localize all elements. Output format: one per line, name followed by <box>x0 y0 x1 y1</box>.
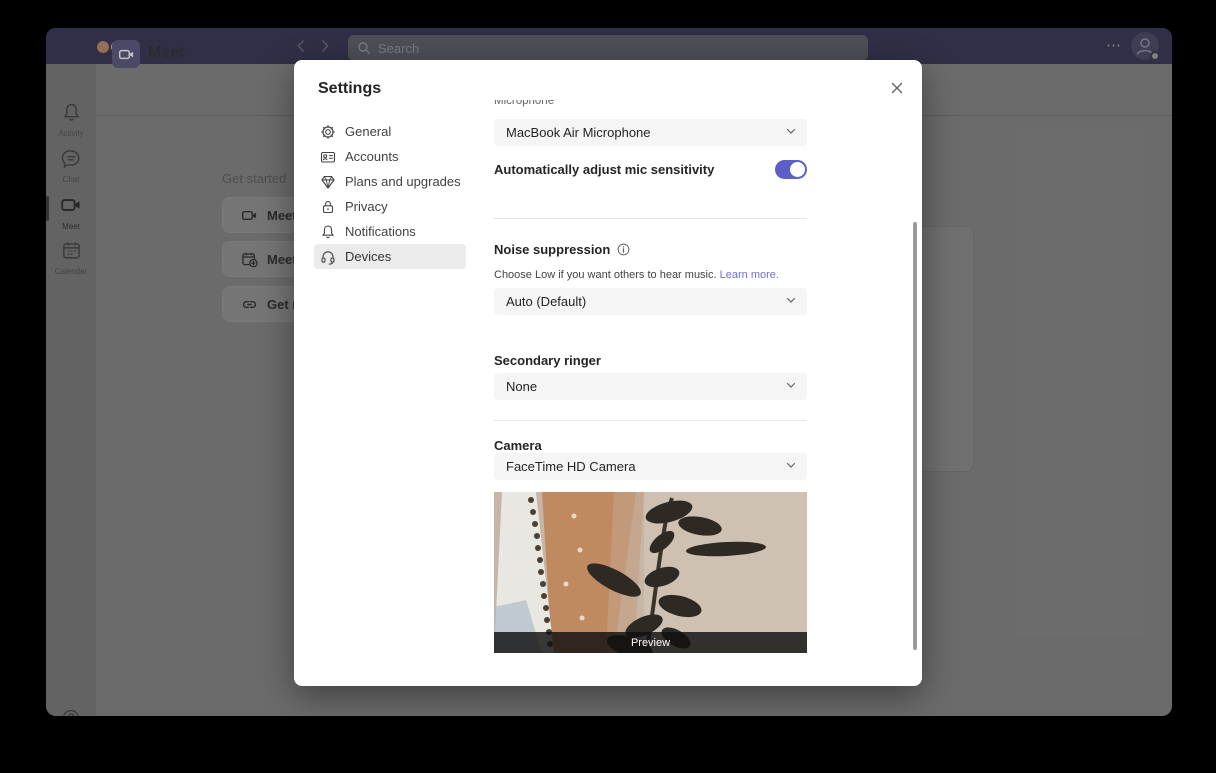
camera-preview: Preview <box>494 492 807 653</box>
camera-preview-image <box>494 492 807 653</box>
noise-suppression-description: Choose Low if you want others to hear mu… <box>494 269 779 281</box>
settings-nav: General Accounts Plans and upgrades Priv… <box>314 119 466 269</box>
noise-suppression-heading: Noise suppression <box>494 242 630 257</box>
divider <box>494 218 807 219</box>
settings-nav-accounts[interactable]: Accounts <box>314 144 466 169</box>
devices-settings-pane: Microphone MacBook Air Microphone Automa… <box>494 100 812 686</box>
chevron-down-icon <box>785 379 797 394</box>
close-icon[interactable] <box>886 77 908 99</box>
chevron-down-icon <box>785 294 797 309</box>
secondary-ringer-heading: Secondary ringer <box>494 353 601 368</box>
mic-sensitivity-label: Automatically adjust mic sensitivity <box>494 162 714 177</box>
noise-suppression-dropdown[interactable]: Auto (Default) <box>494 288 807 315</box>
info-icon[interactable] <box>617 243 630 256</box>
mic-sensitivity-toggle[interactable] <box>775 160 807 179</box>
settings-nav-privacy[interactable]: Privacy <box>314 194 466 219</box>
secondary-ringer-dropdown[interactable]: None <box>494 373 807 400</box>
camera-heading: Camera <box>494 438 542 453</box>
mic-sensitivity-row: Automatically adjust mic sensitivity <box>494 160 807 182</box>
chevron-down-icon <box>785 125 797 140</box>
microphone-label: Microphone <box>494 100 554 107</box>
settings-nav-general[interactable]: General <box>314 119 466 144</box>
lock-icon <box>320 199 336 215</box>
learn-more-link[interactable]: Learn more. <box>720 269 779 281</box>
gear-icon <box>320 124 336 140</box>
camera-dropdown[interactable]: FaceTime HD Camera <box>494 453 807 480</box>
headset-icon <box>320 249 336 265</box>
chevron-down-icon <box>785 459 797 474</box>
modal-scrollbar[interactable] <box>913 222 917 650</box>
settings-modal: Settings General Accounts Plans and upgr… <box>294 60 922 686</box>
settings-nav-plans[interactable]: Plans and upgrades <box>314 169 466 194</box>
divider <box>494 420 807 421</box>
settings-nav-devices[interactable]: Devices <box>314 244 466 269</box>
settings-title: Settings <box>318 80 381 98</box>
preview-label: Preview <box>494 632 807 653</box>
diamond-icon <box>320 174 336 190</box>
microphone-dropdown[interactable]: MacBook Air Microphone <box>494 119 807 146</box>
bell-icon <box>320 224 336 240</box>
settings-nav-notifications[interactable]: Notifications <box>314 219 466 244</box>
id-card-icon <box>320 149 336 165</box>
toggle-knob <box>790 162 805 177</box>
